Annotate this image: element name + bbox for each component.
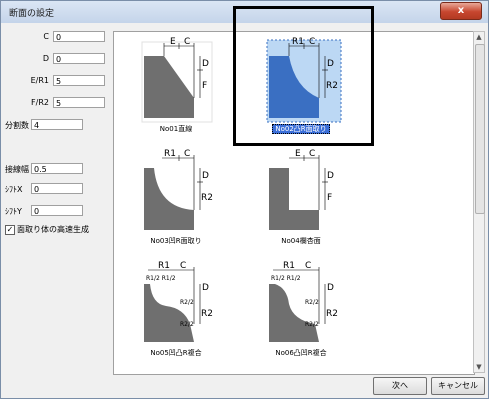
step-profile-icon: E C D F — [269, 149, 334, 230]
profile-tile-step[interactable]: E C D F No04欄杏面 — [259, 148, 343, 248]
field-divisions: 分割数 4 — [5, 119, 109, 132]
field-label: C — [43, 32, 49, 41]
field-e-r1: E/R1 5 — [5, 75, 109, 88]
label-r2-half-top: R2/2 — [305, 299, 319, 306]
fast-generation-checkbox[interactable]: ✓ — [5, 225, 15, 235]
label-d: D — [327, 171, 334, 181]
field-label: E/R1 — [30, 76, 49, 85]
label-r2: R2 — [326, 309, 338, 319]
section-settings-dialog: 断面の設定 x C 0 D 0 E/R1 5 F/R2 5 分割数 4 接線幅 … — [0, 0, 489, 399]
label-r2: R2 — [201, 309, 213, 319]
shift-x-input[interactable]: 0 — [31, 183, 83, 194]
label-f: F — [327, 193, 332, 203]
label-d: D — [202, 283, 209, 293]
label-d: D — [202, 59, 209, 69]
straight-profile-icon: E C D F — [141, 37, 213, 123]
d-input[interactable]: 0 — [53, 53, 105, 64]
label-r1-half: R1/2 R1/2 — [146, 275, 176, 282]
convex-concave-profile-icon: R1 C R1/2 R1/2 D R2/2 R2 R2/2 — [269, 261, 338, 342]
concave-convex-profile-icon: R1 C R1/2 R1/2 D R2/2 R2 R2/2 — [144, 261, 213, 342]
shift-y-input[interactable]: 0 — [31, 205, 83, 216]
tile-caption: No01直線 — [159, 125, 193, 133]
field-label: D — [42, 54, 49, 63]
label-e: E — [295, 149, 301, 159]
label-d: D — [327, 283, 334, 293]
divisions-input[interactable]: 4 — [31, 119, 83, 130]
field-tangent-width: 接線幅 0.5 — [5, 163, 109, 176]
label-f: F — [202, 81, 207, 91]
scroll-up-icon[interactable]: ▲ — [474, 32, 484, 42]
label-d: D — [202, 171, 209, 181]
profile-tile-straight[interactable]: E C D F No01直線 — [134, 36, 218, 136]
c-input[interactable]: 0 — [53, 31, 105, 42]
label-r2-half-bottom: R2/2 — [305, 321, 319, 328]
label-c: C — [184, 37, 190, 47]
tile-caption: No05凹凸R複合 — [150, 349, 202, 357]
label-c: C — [309, 149, 315, 159]
close-button[interactable]: x — [440, 2, 482, 20]
tile-caption: No04欄杏面 — [281, 237, 321, 245]
label-r2: R2 — [201, 193, 213, 203]
e-r1-input[interactable]: 5 — [53, 75, 105, 86]
label-r1: R1 — [283, 261, 295, 271]
next-button[interactable]: 次へ — [373, 377, 427, 395]
label-c: C — [180, 261, 186, 271]
selection-highlight-box — [233, 6, 374, 146]
label-c: C — [305, 261, 311, 271]
scroll-down-icon[interactable]: ▼ — [474, 362, 484, 372]
tile-caption: No03凹R面取り — [150, 237, 202, 245]
field-label: F/R2 — [31, 98, 49, 107]
label-r1: R1 — [164, 149, 176, 159]
window-title: 断面の設定 — [9, 9, 55, 19]
profile-tile-concave-r[interactable]: R1 C D R2 No03凹R面取り — [134, 148, 218, 248]
label-e: E — [170, 37, 176, 47]
concave-r-profile-icon: R1 C D R2 — [144, 149, 213, 230]
scroll-thumb[interactable] — [475, 44, 485, 214]
label-r2-half-top: R2/2 — [180, 299, 194, 306]
label-r1: R1 — [158, 261, 170, 271]
field-d: D 0 — [5, 53, 109, 66]
field-shift-y: ｼﾌﾄY 0 — [5, 205, 109, 218]
f-r2-input[interactable]: 5 — [53, 97, 105, 108]
label-r2-half-bottom: R2/2 — [180, 321, 194, 328]
profile-tile-convex-concave[interactable]: R1 C R1/2 R1/2 D R2/2 R2 R2/2 No06凸凹R複合 — [259, 260, 343, 360]
parameter-panel: C 0 D 0 E/R1 5 F/R2 5 分割数 4 接線幅 0.5 ｼﾌﾄX… — [1, 23, 109, 393]
gallery-scrollbar[interactable]: ▲ ▼ — [473, 31, 485, 373]
cancel-button[interactable]: キャンセル — [431, 377, 485, 395]
profile-tile-concave-convex[interactable]: R1 C R1/2 R1/2 D R2/2 R2 R2/2 No05凹凸R複合 — [134, 260, 218, 360]
label-r1-half: R1/2 R1/2 — [271, 275, 301, 282]
fast-generation-label: 面取り体の高速生成 — [17, 225, 89, 234]
tangent-width-input[interactable]: 0.5 — [31, 163, 83, 174]
tile-caption: No06凸凹R複合 — [275, 349, 327, 357]
field-f-r2: F/R2 5 — [5, 97, 109, 110]
field-c: C 0 — [5, 31, 109, 44]
field-shift-x: ｼﾌﾄX 0 — [5, 183, 109, 196]
label-c: C — [184, 149, 190, 159]
